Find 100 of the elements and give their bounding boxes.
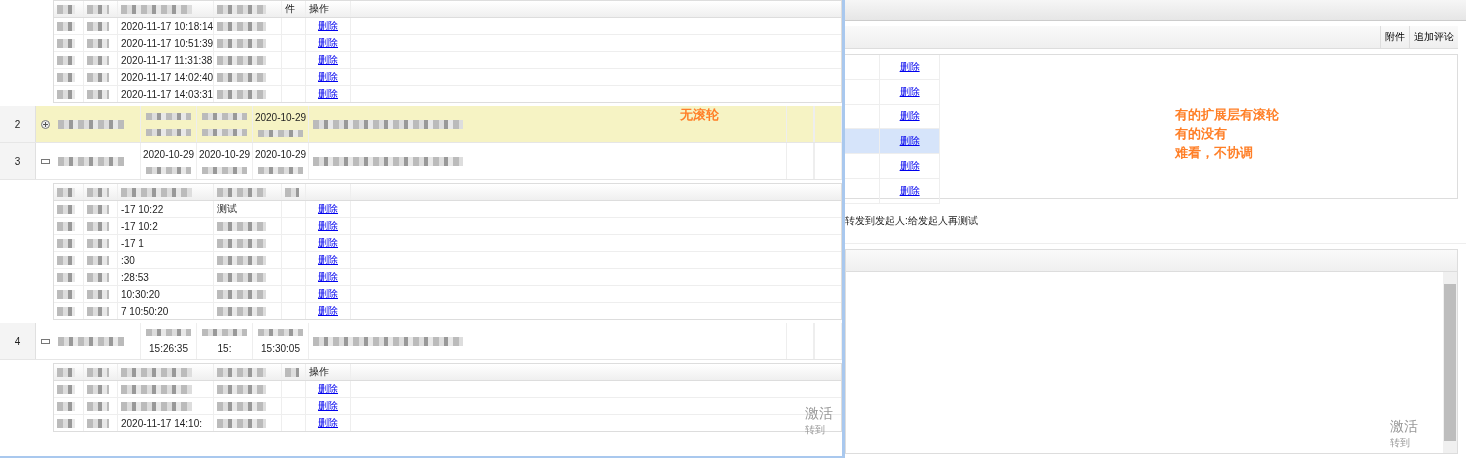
blurred-text <box>217 306 266 316</box>
column-header: 操作 <box>309 365 329 379</box>
delete-link[interactable]: 删除 <box>318 19 338 33</box>
delete-link[interactable]: 删除 <box>899 134 920 149</box>
table-cell: :30 <box>121 254 135 266</box>
row-number: 2 <box>14 118 21 130</box>
comment-text: 转发到发起人:给发起人再测试 <box>845 214 978 228</box>
delete-link[interactable]: 删除 <box>899 59 920 74</box>
delete-link[interactable]: 删除 <box>318 36 338 50</box>
column-header: 件 <box>285 2 295 16</box>
blurred-text <box>121 384 193 394</box>
blurred-text <box>87 255 109 265</box>
blurred-text <box>217 221 266 231</box>
blurred-text <box>217 272 266 282</box>
delete-link[interactable]: 删除 <box>899 159 920 174</box>
blurred-text <box>146 328 191 336</box>
blurred-text <box>217 89 266 99</box>
date-cell: 2020-10-29 <box>198 148 251 160</box>
delete-link[interactable]: 删除 <box>318 70 338 84</box>
blurred-text <box>217 55 266 65</box>
table-cell: 2020-11-17 10:18:14 <box>121 20 214 32</box>
delete-link[interactable]: 删除 <box>318 219 338 233</box>
grid-row[interactable]: 3 2020-10-29 2020-10-29 2020-10-29 <box>0 143 842 180</box>
collapse-icon[interactable] <box>40 338 50 344</box>
table-cell: 2020-11-17 14:03:31 <box>121 88 214 100</box>
blurred-text <box>87 89 109 99</box>
delete-link[interactable]: 删除 <box>318 416 338 430</box>
blurred-text <box>87 289 109 299</box>
blurred-text <box>57 221 76 231</box>
blurred-text <box>87 401 109 411</box>
blurred-text <box>87 384 109 394</box>
table-row[interactable]: 删除 <box>845 129 940 155</box>
delete-link[interactable]: 删除 <box>318 53 338 67</box>
delete-link[interactable]: 删除 <box>899 109 920 124</box>
blurred-text <box>217 4 266 14</box>
blurred-text <box>87 221 109 231</box>
blurred-text <box>87 187 109 197</box>
collapse-icon[interactable] <box>40 158 50 164</box>
blurred-text <box>57 272 76 282</box>
blurred-text <box>57 401 76 411</box>
delete-link[interactable]: 删除 <box>318 253 338 267</box>
blurred-text <box>87 272 109 282</box>
toolbar-button[interactable]: 附件 <box>1380 26 1409 48</box>
date-cell: 2020-10-29 <box>142 148 195 160</box>
blurred-text <box>87 418 109 428</box>
delete-link[interactable]: 删除 <box>318 287 338 301</box>
blurred-text <box>217 384 266 394</box>
blurred-text <box>285 367 299 377</box>
delete-link[interactable]: 删除 <box>318 270 338 284</box>
delete-link[interactable]: 删除 <box>318 87 338 101</box>
blurred-text <box>87 55 109 65</box>
table-cell: 测试 <box>217 202 237 216</box>
delete-link[interactable]: 删除 <box>899 84 920 99</box>
table-cell: 2020-11-17 11:31:38 <box>121 54 213 66</box>
blurred-text <box>58 156 124 166</box>
blurred-text <box>87 38 109 48</box>
delete-link[interactable]: 删除 <box>318 382 338 396</box>
blurred-text <box>217 21 266 31</box>
expand-icon[interactable] <box>40 119 50 129</box>
table-cell: -17 10:2 <box>121 220 158 232</box>
blurred-text <box>87 238 109 248</box>
activation-title: 激活 <box>1390 418 1418 436</box>
blurred-text <box>202 166 247 174</box>
delete-link[interactable]: 删除 <box>899 183 920 198</box>
table-cell: -17 1 <box>121 237 144 249</box>
blurred-text <box>87 21 109 31</box>
blurred-text <box>58 336 124 346</box>
activation-subtitle: 转到 <box>805 423 826 437</box>
delete-link[interactable]: 删除 <box>318 304 338 318</box>
blurred-text <box>217 367 266 377</box>
blurred-text <box>57 367 76 377</box>
delete-link[interactable]: 删除 <box>318 236 338 250</box>
activation-title: 激活 <box>805 405 833 423</box>
blurred-text <box>121 367 193 377</box>
blurred-text <box>121 187 193 197</box>
table-cell: 2020-11-17 10:51:39 <box>121 37 214 49</box>
blurred-text <box>202 128 247 136</box>
time-cell: 15:26:35 <box>149 342 188 354</box>
blurred-text <box>87 72 109 82</box>
delete-link[interactable]: 删除 <box>318 399 338 413</box>
blurred-text <box>285 187 299 197</box>
delete-link[interactable]: 删除 <box>318 202 338 216</box>
blurred-text <box>57 384 76 394</box>
blurred-text <box>57 38 76 48</box>
blurred-text <box>217 72 266 82</box>
time-cell: 15: <box>217 342 232 354</box>
scrollbar[interactable] <box>1443 272 1457 453</box>
blurred-text <box>217 38 266 48</box>
blurred-text <box>57 187 76 197</box>
blurred-text <box>57 4 76 14</box>
grid-row[interactable]: 4 15:26:35 15: 15:30:05 <box>0 323 842 360</box>
blurred-text <box>58 119 124 129</box>
blurred-text <box>217 418 266 428</box>
blurred-text <box>146 166 191 174</box>
toolbar-button[interactable]: 追加评论 <box>1409 26 1458 48</box>
blurred-text <box>57 238 76 248</box>
blurred-text <box>87 4 109 14</box>
blurred-text <box>202 328 247 336</box>
blurred-text <box>57 306 76 316</box>
blurred-text <box>87 367 109 377</box>
